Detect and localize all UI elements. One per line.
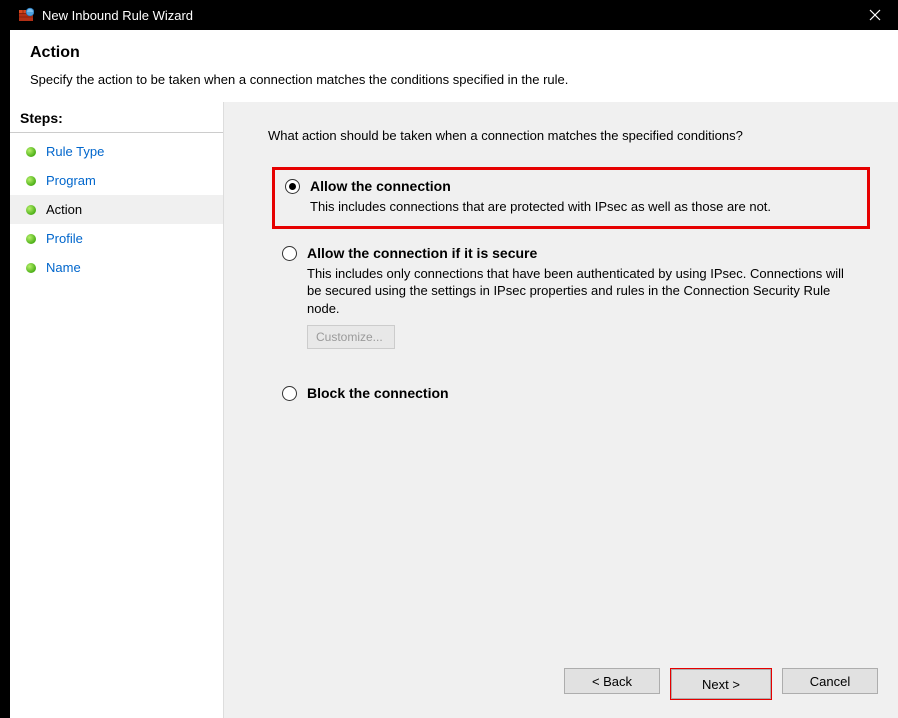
step-bullet-icon — [26, 234, 36, 244]
option-title: Allow the connection if it is secure — [307, 245, 537, 261]
step-bullet-icon — [26, 147, 36, 157]
step-label: Action — [46, 202, 82, 217]
option-desc: This includes only connections that have… — [307, 265, 847, 318]
step-action[interactable]: Action — [10, 195, 223, 224]
close-button[interactable] — [852, 0, 898, 30]
cancel-button[interactable]: Cancel — [782, 668, 878, 694]
action-options: Allow the connection This includes conne… — [272, 167, 870, 411]
step-name[interactable]: Name — [10, 253, 223, 282]
step-program[interactable]: Program — [10, 166, 223, 195]
step-label: Rule Type — [46, 144, 104, 159]
option-title: Block the connection — [307, 385, 449, 401]
step-profile[interactable]: Profile — [10, 224, 223, 253]
next-button[interactable]: Next > — [671, 669, 771, 699]
customize-button: Customize... — [307, 325, 395, 349]
steps-header: Steps: — [10, 106, 223, 133]
radio-block-connection[interactable] — [282, 386, 297, 401]
page-title: Action — [30, 44, 878, 62]
step-bullet-icon — [26, 263, 36, 273]
step-bullet-icon — [26, 205, 36, 215]
step-bullet-icon — [26, 176, 36, 186]
window-title: New Inbound Rule Wizard — [42, 8, 852, 23]
wizard-main: What action should be taken when a conne… — [224, 102, 898, 718]
option-desc: This includes connections that are prote… — [310, 198, 850, 216]
back-button[interactable]: < Back — [564, 668, 660, 694]
option-title: Allow the connection — [310, 178, 451, 194]
page-subtitle: Specify the action to be taken when a co… — [30, 72, 878, 87]
firewall-icon — [18, 7, 34, 23]
wizard-footer: < Back Next > Cancel — [564, 668, 878, 700]
step-label: Program — [46, 173, 96, 188]
titlebar: New Inbound Rule Wizard — [10, 0, 898, 30]
wizard-body: Steps: Rule Type Program Action Profile … — [10, 102, 898, 718]
radio-allow-connection[interactable] — [285, 179, 300, 194]
option-allow-secure: Allow the connection if it is secure Thi… — [272, 237, 870, 360]
step-rule-type[interactable]: Rule Type — [10, 137, 223, 166]
step-label: Profile — [46, 231, 83, 246]
steps-sidebar: Steps: Rule Type Program Action Profile … — [10, 102, 224, 718]
wizard-window: New Inbound Rule Wizard Action Specify t… — [10, 0, 898, 718]
wizard-header: Action Specify the action to be taken wh… — [10, 30, 898, 102]
action-prompt: What action should be taken when a conne… — [268, 128, 870, 143]
step-label: Name — [46, 260, 81, 275]
radio-allow-secure[interactable] — [282, 246, 297, 261]
option-allow-connection: Allow the connection This includes conne… — [272, 167, 870, 229]
option-block-connection: Block the connection — [272, 377, 870, 411]
